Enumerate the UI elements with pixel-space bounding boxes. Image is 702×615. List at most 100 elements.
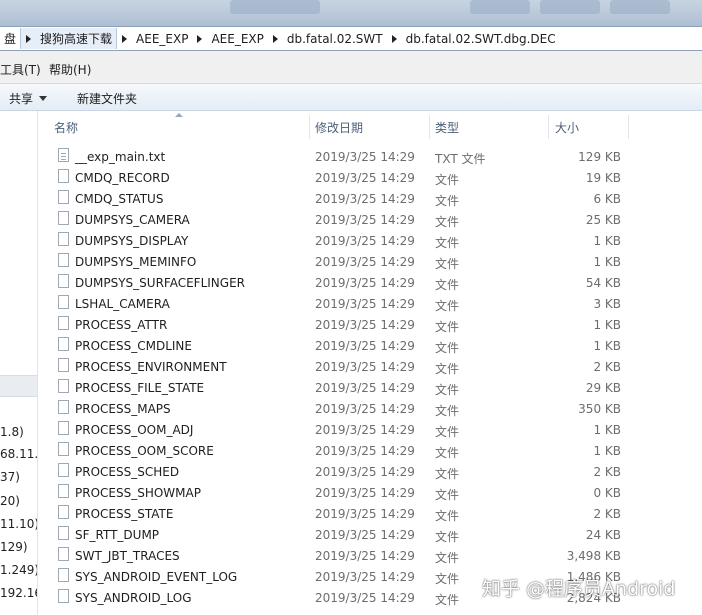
file-row[interactable]: PROCESS_FILE_STATE 2019/3/25 14:29 文件 29 KB bbox=[38, 377, 702, 398]
file-type: 文件 bbox=[435, 383, 460, 397]
file-size: 54 KB bbox=[585, 276, 621, 290]
share-button[interactable]: 共享 bbox=[9, 90, 48, 107]
file-row[interactable]: DUMPSYS_MEMINFO 2019/3/25 14:29 文件 1 KB bbox=[38, 251, 702, 272]
column-divider[interactable] bbox=[628, 115, 629, 139]
column-header-type[interactable]: 类型 bbox=[435, 119, 459, 136]
column-divider[interactable] bbox=[548, 115, 549, 139]
file-name: DUMPSYS_SURFACEFLINGER bbox=[75, 276, 245, 290]
file-row[interactable]: PROCESS_SHOWMAP 2019/3/25 14:29 文件 0 KB bbox=[38, 482, 702, 503]
file-row[interactable]: PROCESS_STATE 2019/3/25 14:29 文件 2 KB bbox=[38, 503, 702, 524]
file-size: 1 KB bbox=[593, 255, 621, 269]
breadcrumb-arrow-icon[interactable] bbox=[26, 34, 32, 43]
file-name: CMDQ_RECORD bbox=[75, 171, 170, 185]
blurred-toolbar-decoration bbox=[610, 0, 670, 14]
nav-item-network-host[interactable]: 1.249) bbox=[0, 563, 37, 577]
file-size: 19 KB bbox=[585, 171, 621, 185]
file-row[interactable]: LSHAL_CAMERA 2019/3/25 14:29 文件 3 KB bbox=[38, 293, 702, 314]
breadcrumb-db-fatal[interactable]: db.fatal.02.SWT bbox=[268, 27, 387, 50]
file-type: 文件 bbox=[435, 425, 460, 439]
file-row[interactable]: PROCESS_ENVIRONMENT 2019/3/25 14:29 文件 2 KB bbox=[38, 356, 702, 377]
blurred-toolbar-decoration bbox=[470, 0, 530, 14]
file-size: 1 KB bbox=[593, 339, 621, 353]
file-name: SYS_ANDROID_LOG bbox=[75, 591, 192, 605]
new-folder-button[interactable]: 新建文件夹 bbox=[77, 90, 137, 107]
file-row[interactable]: PROCESS_ATTR 2019/3/25 14:29 文件 1 KB bbox=[38, 314, 702, 335]
nav-item-network-host[interactable]: 1.8) bbox=[0, 425, 24, 439]
breadcrumb-drive[interactable]: 盘 bbox=[0, 27, 20, 50]
file-icon bbox=[58, 358, 69, 372]
breadcrumb-arrow-icon[interactable] bbox=[391, 34, 397, 43]
breadcrumb-arrow-icon[interactable] bbox=[122, 34, 128, 43]
file-icon bbox=[58, 421, 69, 435]
file-size: 6 KB bbox=[593, 192, 621, 206]
breadcrumb-aee-exp-1[interactable]: AEE_EXP bbox=[117, 27, 192, 50]
file-row[interactable]: DUMPSYS_CAMERA 2019/3/25 14:29 文件 25 KB bbox=[38, 209, 702, 230]
file-type: 文件 bbox=[435, 362, 460, 376]
file-name: __exp_main.txt bbox=[75, 150, 166, 164]
nav-item-network-host[interactable]: 129) bbox=[0, 540, 28, 554]
file-icon bbox=[58, 505, 69, 519]
file-type: 文件 bbox=[435, 299, 460, 313]
nav-item-network-host[interactable]: 37) bbox=[0, 470, 20, 484]
file-row[interactable]: PROCESS_MAPS 2019/3/25 14:29 文件 350 KB bbox=[38, 398, 702, 419]
file-modified-date: 2019/3/25 14:29 bbox=[315, 549, 415, 563]
file-row[interactable]: PROCESS_OOM_ADJ 2019/3/25 14:29 文件 1 KB bbox=[38, 419, 702, 440]
file-row[interactable]: DUMPSYS_SURFACEFLINGER 2019/3/25 14:29 文件 5… bbox=[38, 272, 702, 293]
file-row[interactable]: CMDQ_STATUS 2019/3/25 14:29 文件 6 KB bbox=[38, 188, 702, 209]
file-name: CMDQ_STATUS bbox=[75, 192, 164, 206]
nav-item-network-host[interactable]: 20) bbox=[0, 494, 20, 508]
file-row[interactable]: SF_RTT_DUMP 2019/3/25 14:29 文件 24 KB bbox=[38, 524, 702, 545]
file-row[interactable]: PROCESS_OOM_SCORE 2019/3/25 14:29 文件 1 KB bbox=[38, 440, 702, 461]
file-modified-date: 2019/3/25 14:29 bbox=[315, 297, 415, 311]
nav-section-header[interactable] bbox=[0, 375, 37, 397]
file-icon bbox=[58, 295, 69, 309]
nav-item-network-host[interactable]: 11.10) bbox=[0, 517, 37, 531]
menu-help[interactable]: 帮助(H) bbox=[49, 61, 91, 78]
column-divider[interactable] bbox=[429, 115, 430, 139]
new-folder-label: 新建文件夹 bbox=[77, 92, 138, 106]
file-modified-date: 2019/3/25 14:29 bbox=[315, 192, 415, 206]
file-type: 文件 bbox=[435, 572, 460, 586]
file-name: PROCESS_OOM_SCORE bbox=[75, 444, 214, 458]
sort-ascending-icon bbox=[175, 113, 183, 117]
nav-item-network-host[interactable]: 68.11. bbox=[0, 447, 37, 461]
file-row[interactable]: SWT_JBT_TRACES 2019/3/25 14:29 文件 3,498 KB bbox=[38, 545, 702, 566]
file-size: 350 KB bbox=[578, 402, 621, 416]
file-modified-date: 2019/3/25 14:29 bbox=[315, 360, 415, 374]
column-header-date[interactable]: 修改日期 bbox=[315, 119, 363, 136]
blurred-toolbar-decoration bbox=[230, 0, 320, 14]
file-row[interactable]: PROCESS_CMDLINE 2019/3/25 14:29 文件 1 KB bbox=[38, 335, 702, 356]
breadcrumb-db-fatal-dbg-dec[interactable]: db.fatal.02.SWT.dbg.DEC bbox=[387, 27, 560, 50]
file-icon bbox=[58, 232, 69, 246]
file-size: 24 KB bbox=[585, 528, 621, 542]
breadcrumb-arrow-icon[interactable] bbox=[197, 34, 203, 43]
file-type: 文件 bbox=[435, 509, 460, 523]
breadcrumb-aee-exp-2[interactable]: AEE_EXP bbox=[192, 27, 267, 50]
file-size: 3,498 KB bbox=[566, 549, 621, 563]
file-name: SWT_JBT_TRACES bbox=[75, 549, 180, 563]
file-row[interactable]: DUMPSYS_DISPLAY 2019/3/25 14:29 文件 1 KB bbox=[38, 230, 702, 251]
file-row[interactable]: __exp_main.txt 2019/3/25 14:29 TXT 文件 129 K… bbox=[38, 146, 702, 167]
file-row[interactable]: PROCESS_SCHED 2019/3/25 14:29 文件 2 KB bbox=[38, 461, 702, 482]
menu-tools[interactable]: 工具(T) bbox=[0, 61, 41, 78]
file-name: PROCESS_ATTR bbox=[75, 318, 168, 332]
file-name: PROCESS_FILE_STATE bbox=[75, 381, 205, 395]
nav-item-network-host[interactable]: 192.16 bbox=[0, 586, 37, 600]
breadcrumb-sogou-download[interactable]: 搜狗高速下载 bbox=[20, 28, 118, 49]
navigation-pane[interactable]: 1.8) 68.11. 37) 20) 11.10) 129) 1.249) 1… bbox=[0, 111, 38, 615]
breadcrumb-arrow-icon[interactable] bbox=[272, 34, 278, 43]
file-type: 文件 bbox=[435, 236, 460, 250]
breadcrumb-label: db.fatal.02.SWT.dbg.DEC bbox=[405, 31, 556, 46]
file-icon bbox=[58, 379, 69, 393]
column-header-size[interactable]: 大小 bbox=[555, 119, 579, 136]
file-row[interactable]: CMDQ_RECORD 2019/3/25 14:29 文件 19 KB bbox=[38, 167, 702, 188]
file-size: 0 KB bbox=[593, 486, 621, 500]
file-icon bbox=[58, 253, 69, 267]
file-type: 文件 bbox=[435, 257, 460, 271]
address-bar[interactable]: 盘 搜狗高速下载 AEE_EXP AEE_EXP db.fatal.02.SWT… bbox=[0, 26, 702, 51]
column-header-name[interactable]: 名称 bbox=[54, 119, 78, 136]
file-name: PROCESS_STATE bbox=[75, 507, 174, 521]
column-divider[interactable] bbox=[309, 115, 310, 139]
file-modified-date: 2019/3/25 14:29 bbox=[315, 213, 415, 227]
file-modified-date: 2019/3/25 14:29 bbox=[315, 528, 415, 542]
